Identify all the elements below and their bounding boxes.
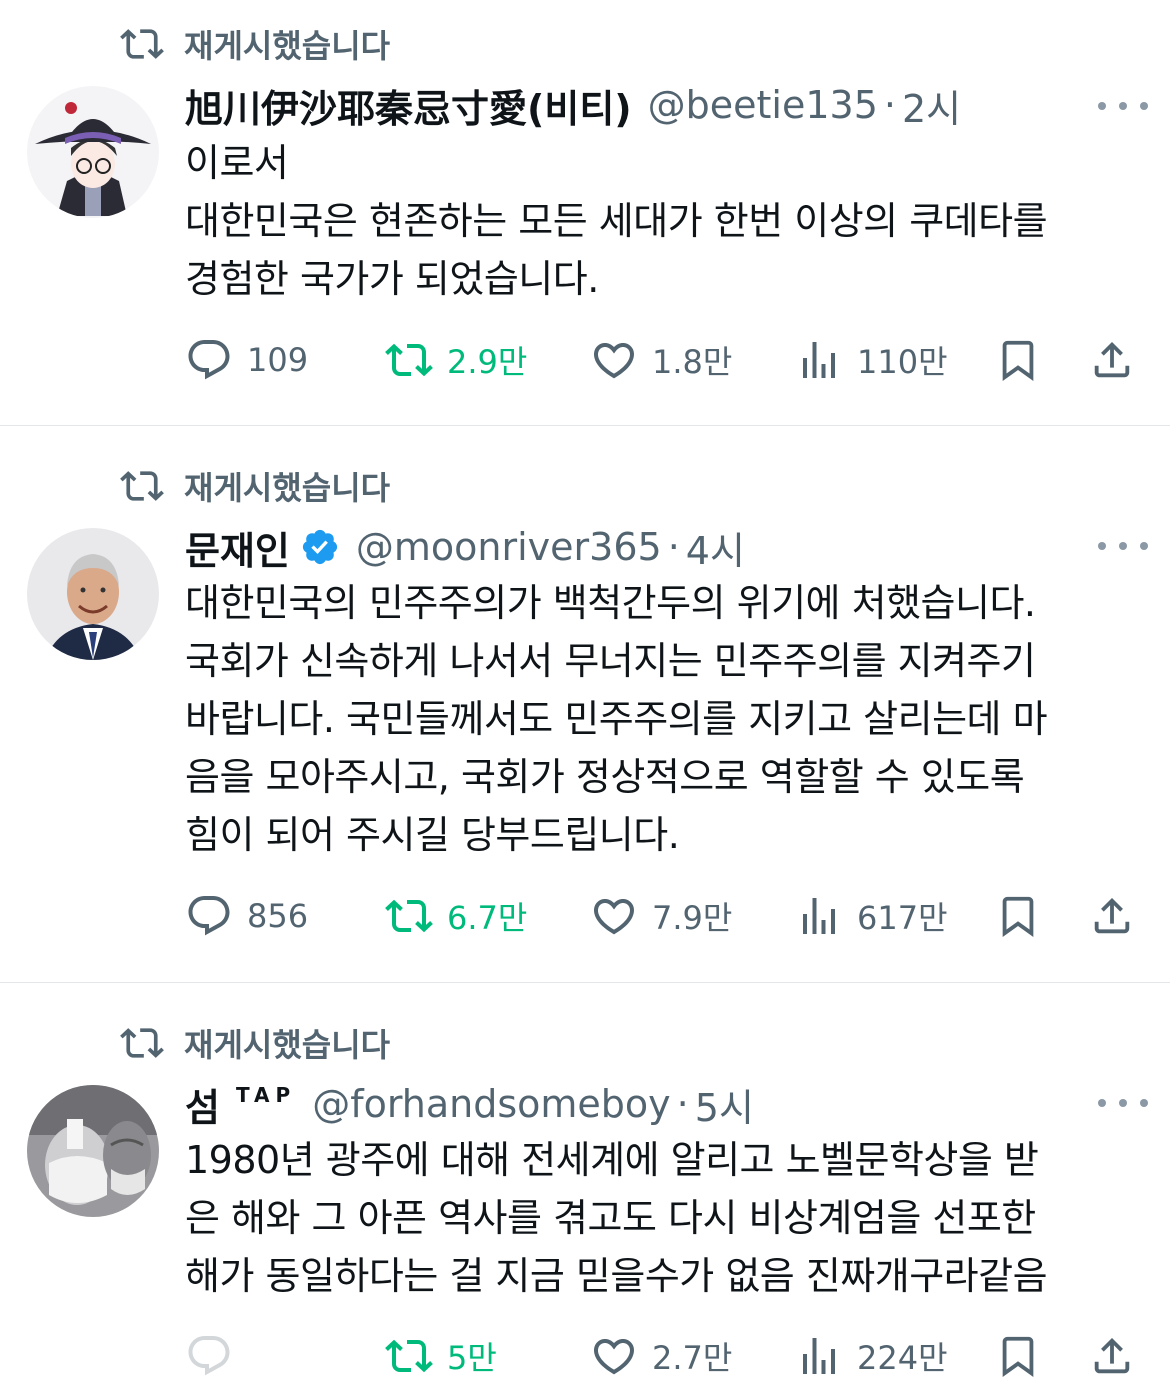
- share-icon: [1094, 897, 1130, 934]
- dot-separator: ·: [883, 83, 896, 127]
- repost-icon: [120, 29, 164, 59]
- share-button[interactable]: [1089, 886, 1135, 946]
- like-count: 1.8만: [652, 343, 733, 381]
- name-badge: TAP: [235, 1083, 297, 1107]
- verified-badge-icon: [302, 529, 337, 565]
- timestamp[interactable]: 5시: [695, 1077, 754, 1132]
- reply-button[interactable]: 109: [185, 330, 308, 390]
- dot-separator: ·: [667, 525, 680, 569]
- views-button[interactable]: 110만: [795, 330, 948, 390]
- handle[interactable]: @moonriver365: [356, 525, 662, 569]
- views-button[interactable]: 617만: [795, 886, 948, 946]
- display-name[interactable]: 旭川伊沙耶秦忌寸愛(비티): [185, 78, 632, 133]
- tweet-2[interactable]: 재게시했습니다 문재인 @moonriver365 · 4시 대한민국의 민주주…: [0, 426, 1170, 982]
- reply-button[interactable]: 856: [185, 886, 308, 946]
- handle[interactable]: @forhandsomeboy: [312, 1082, 670, 1126]
- repost-context: 재게시했습니다: [120, 1023, 391, 1064]
- avatar[interactable]: [27, 1085, 159, 1217]
- action-bar: 5만 2.7만 224만: [185, 1326, 1145, 1386]
- share-icon: [1094, 1337, 1130, 1374]
- repost-label: 재게시했습니다: [184, 27, 391, 65]
- repost-button[interactable]: 2.9만: [385, 330, 527, 390]
- like-button[interactable]: 7.9만: [590, 886, 732, 946]
- avatar-photo: [27, 1085, 159, 1217]
- avatar-illustration: [27, 86, 159, 218]
- like-count: 7.9만: [652, 899, 733, 937]
- repost-button[interactable]: 5만: [385, 1326, 497, 1386]
- repost-count: 2.9만: [447, 343, 528, 381]
- reply-count: 109: [247, 341, 309, 379]
- timestamp[interactable]: 2시: [902, 78, 961, 133]
- action-bar: 856 6.7만 7.9만 617만: [185, 886, 1145, 946]
- like-count: 2.7만: [652, 1339, 733, 1377]
- bookmark-button[interactable]: [995, 1326, 1041, 1386]
- views-icon: [803, 342, 835, 378]
- more-icon[interactable]: [1098, 96, 1148, 116]
- tweet-header: 문재인 @moonriver365 · 4시: [185, 520, 1130, 574]
- reply-icon: [188, 1336, 230, 1376]
- bookmark-icon: [1002, 340, 1034, 381]
- more-icon[interactable]: [1098, 536, 1148, 556]
- tweet-text: 대한민국의 민주주의가 백척간두의 위기에 처했습니다. 국회가 신속하게 나서…: [185, 581, 1048, 857]
- repost-icon: [120, 471, 164, 501]
- repost-icon: [385, 343, 433, 377]
- repost-count: 5만: [447, 1339, 497, 1377]
- repost-icon: [385, 1339, 433, 1373]
- heart-icon: [593, 899, 635, 935]
- display-name[interactable]: 섬: [185, 1077, 220, 1132]
- dot-separator: ·: [676, 1082, 689, 1126]
- display-name[interactable]: 문재인: [185, 520, 290, 575]
- bookmark-icon: [1002, 896, 1034, 937]
- views-count: 224만: [857, 1339, 948, 1377]
- avatar-photo: [27, 528, 159, 660]
- views-icon: [803, 898, 835, 934]
- share-button[interactable]: [1089, 330, 1135, 390]
- bookmark-button[interactable]: [995, 330, 1041, 390]
- views-count: 110만: [857, 343, 948, 381]
- more-icon[interactable]: [1098, 1093, 1148, 1113]
- avatar[interactable]: [27, 86, 159, 218]
- views-button[interactable]: 224만: [795, 1326, 948, 1386]
- tweet-1[interactable]: 재게시했습니다 旭川伊沙耶秦忌寸愛(비티) @beetie135 · 2시 이로…: [0, 0, 1170, 425]
- heart-icon: [593, 1339, 635, 1375]
- repost-label: 재게시했습니다: [184, 469, 391, 507]
- repost-button[interactable]: 6.7만: [385, 886, 527, 946]
- tweet-header: 旭川伊沙耶秦忌寸愛(비티) @beetie135 · 2시: [185, 78, 1130, 132]
- timestamp[interactable]: 4시: [686, 520, 745, 575]
- tweet-text: 1980년 광주에 대해 전세계에 알리고 노벨문학상을 받 은 해와 그 아픈…: [185, 1138, 1048, 1298]
- tweet-3[interactable]: 재게시했습니다 섬 TAP @forhandsomeboy · 5시 1980년…: [0, 983, 1170, 1395]
- views-count: 617만: [857, 899, 948, 937]
- heart-icon: [593, 343, 635, 379]
- like-button[interactable]: 2.7만: [590, 1326, 732, 1386]
- repost-context: 재게시했습니다: [120, 466, 391, 507]
- bookmark-button[interactable]: [995, 886, 1041, 946]
- tweet-text: 이로서 대한민국은 현존하는 모든 세대가 한번 이상의 쿠데타를 경험한 국가…: [185, 141, 1048, 301]
- repost-count: 6.7만: [447, 899, 528, 937]
- bookmark-icon: [1002, 1336, 1034, 1377]
- reply-icon: [188, 896, 230, 936]
- reply-count: 856: [247, 897, 309, 935]
- handle[interactable]: @beetie135: [648, 83, 878, 127]
- avatar[interactable]: [27, 528, 159, 660]
- views-icon: [803, 1338, 835, 1374]
- share-button[interactable]: [1089, 1326, 1135, 1386]
- reply-icon: [188, 340, 230, 380]
- repost-label: 재게시했습니다: [184, 1026, 391, 1064]
- share-icon: [1094, 341, 1130, 378]
- repost-icon: [385, 899, 433, 933]
- reply-button[interactable]: [185, 1326, 247, 1386]
- repost-context: 재게시했습니다: [120, 24, 391, 65]
- repost-icon: [120, 1028, 164, 1058]
- action-bar: 109 2.9만 1.8만 110만: [185, 330, 1145, 390]
- like-button[interactable]: 1.8만: [590, 330, 732, 390]
- tweet-header: 섬 TAP @forhandsomeboy · 5시: [185, 1077, 1130, 1131]
